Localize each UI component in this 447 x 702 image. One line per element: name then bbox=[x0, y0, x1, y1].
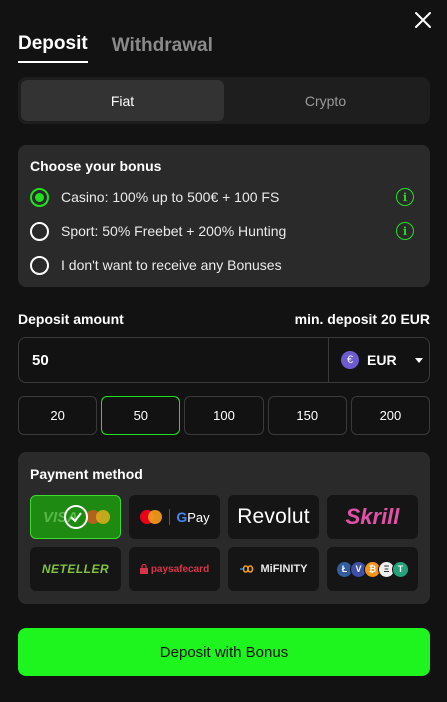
amount-input[interactable] bbox=[19, 351, 328, 369]
close-button[interactable] bbox=[411, 8, 435, 32]
payment-mifinity[interactable]: MiFINITY bbox=[228, 547, 319, 591]
payment-title: Payment method bbox=[30, 466, 143, 482]
bonus-option-label: Sport: 50% Freebet + 200% Hunting bbox=[61, 223, 287, 239]
currency-select[interactable]: € EUR bbox=[328, 338, 429, 382]
info-icon[interactable]: i bbox=[396, 188, 414, 206]
preset-button[interactable]: 100 bbox=[184, 396, 264, 435]
tab-withdrawal[interactable]: Withdrawal bbox=[112, 35, 213, 63]
preset-button[interactable]: 150 bbox=[267, 396, 347, 435]
bonus-option-label: Casino: 100% up to 500€ + 100 FS bbox=[61, 189, 280, 205]
gpay-text: Pay bbox=[187, 509, 210, 525]
lock-icon bbox=[139, 564, 148, 574]
info-icon[interactable]: i bbox=[396, 222, 414, 240]
google-g-icon: G bbox=[176, 509, 188, 525]
euro-icon: € bbox=[341, 351, 359, 369]
amount-label: Deposit amount bbox=[18, 311, 124, 327]
preset-button[interactable]: 200 bbox=[350, 396, 431, 435]
amount-field: € EUR bbox=[18, 337, 430, 383]
bonus-option-label: I don't want to receive any Bonuses bbox=[61, 257, 282, 273]
fiat-crypto-switch: Fiat Crypto bbox=[18, 77, 430, 124]
bonus-option-none[interactable]: I don't want to receive any Bonuses bbox=[30, 248, 418, 282]
crypto-coins-icon: Ł V ₿ Ξ T bbox=[336, 560, 409, 578]
deposit-with-bonus-button[interactable]: Deposit with Bonus bbox=[18, 628, 430, 676]
gpay-logo: G Pay bbox=[169, 509, 210, 525]
bonus-option-casino[interactable]: Casino: 100% up to 500€ + 100 FS i bbox=[30, 180, 418, 214]
main-tabs: Deposit Withdrawal bbox=[18, 33, 213, 63]
mifinity-logo: MiFINITY bbox=[239, 563, 308, 575]
min-deposit-label: min. deposit 20 EUR bbox=[294, 311, 430, 327]
payment-skrill[interactable]: Skrill bbox=[327, 495, 418, 539]
tab-deposit[interactable]: Deposit bbox=[18, 33, 88, 63]
currency-code: EUR bbox=[367, 352, 397, 368]
segment-crypto[interactable]: Crypto bbox=[224, 80, 427, 121]
mastercard-icon bbox=[140, 510, 163, 524]
bonus-title: Choose your bonus bbox=[30, 158, 162, 174]
payment-visa-mastercard[interactable]: VISA bbox=[30, 495, 121, 539]
preset-button-selected[interactable]: 50 bbox=[101, 396, 181, 435]
neteller-logo: NETELLER bbox=[41, 562, 110, 576]
paysafecard-logo: paysafecard bbox=[139, 563, 210, 575]
payment-neteller[interactable]: NETELLER bbox=[30, 547, 121, 591]
revolut-logo: Revolut bbox=[237, 505, 310, 528]
close-icon bbox=[415, 12, 431, 28]
radio-button-checked[interactable] bbox=[30, 187, 49, 207]
bonus-option-sport[interactable]: Sport: 50% Freebet + 200% Hunting i bbox=[30, 214, 418, 248]
tether-icon: T bbox=[392, 560, 409, 578]
check-icon bbox=[63, 505, 88, 529]
amount-header: Deposit amount min. deposit 20 EUR bbox=[18, 311, 430, 327]
chevron-down-icon bbox=[414, 357, 423, 363]
bonus-panel: Choose your bonus Casino: 100% up to 500… bbox=[18, 145, 430, 287]
preset-button[interactable]: 20 bbox=[18, 396, 98, 435]
segment-fiat[interactable]: Fiat bbox=[21, 80, 224, 121]
payment-mastercard-gpay[interactable]: G Pay bbox=[129, 495, 220, 539]
payment-revolut[interactable]: Revolut bbox=[228, 495, 319, 539]
payment-panel: Payment method VISA G Pay Revolut Skrill… bbox=[18, 452, 430, 604]
payment-grid: VISA G Pay Revolut Skrill NETELLER paysa… bbox=[30, 495, 418, 591]
infinity-icon bbox=[240, 565, 254, 573]
mastercard-icon bbox=[86, 510, 110, 524]
paysafecard-text: paysafecard bbox=[150, 563, 210, 575]
amount-presets: 20 50 100 150 200 bbox=[18, 396, 431, 435]
skrill-logo: Skrill bbox=[345, 504, 400, 529]
payment-crypto[interactable]: Ł V ₿ Ξ T bbox=[327, 547, 418, 591]
radio-button[interactable] bbox=[30, 221, 49, 241]
radio-button[interactable] bbox=[30, 255, 49, 275]
payment-paysafecard[interactable]: paysafecard bbox=[129, 547, 220, 591]
mifinity-text: MiFINITY bbox=[260, 563, 308, 575]
